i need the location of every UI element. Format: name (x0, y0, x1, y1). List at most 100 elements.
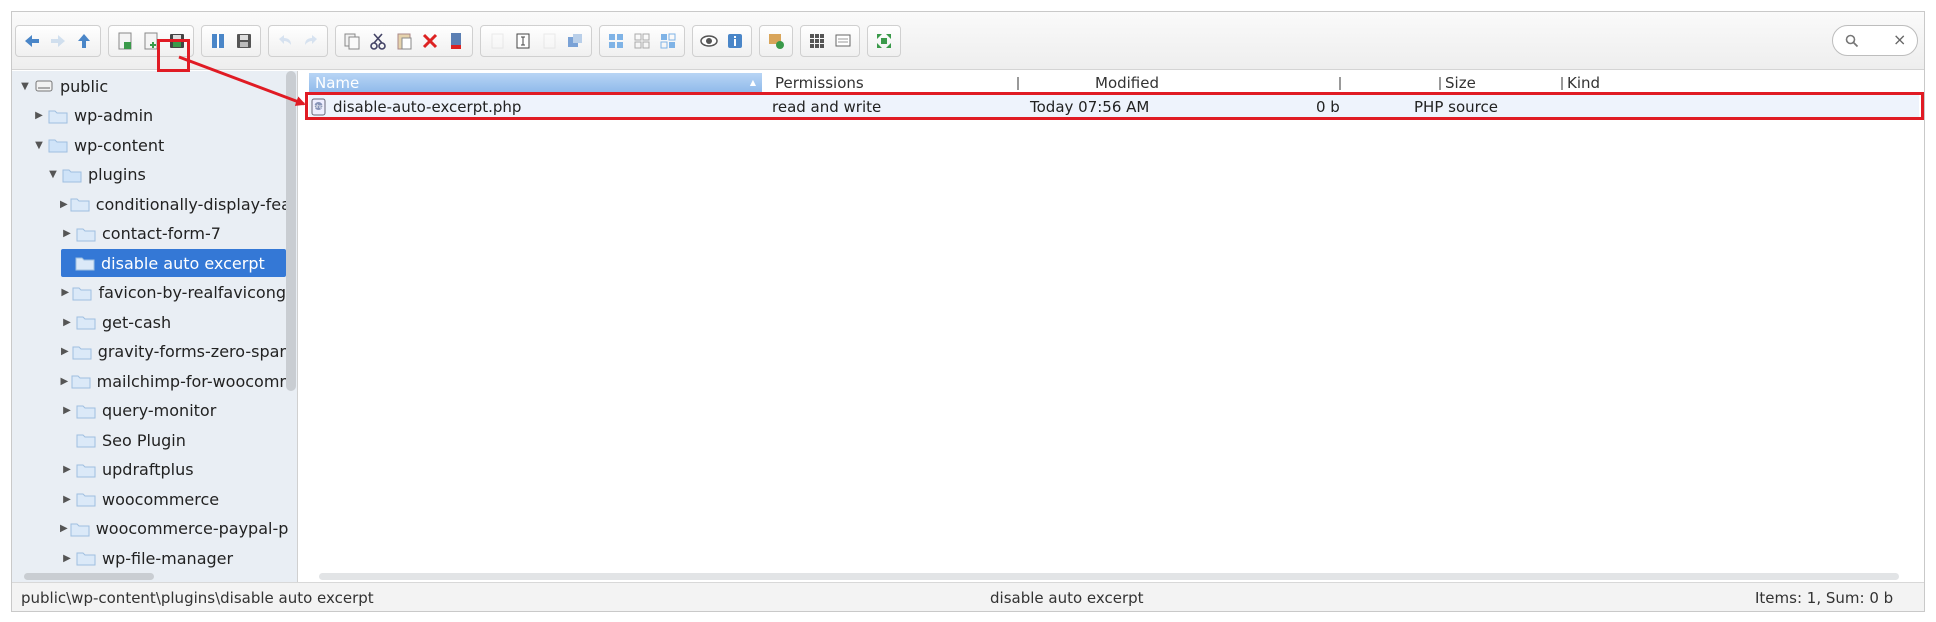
forward-icon (48, 31, 68, 51)
rename-button[interactable] (510, 28, 536, 54)
chevron-right-icon[interactable]: ▶ (32, 110, 46, 121)
chevron-down-icon[interactable]: ▼ (18, 81, 32, 92)
column-permissions[interactable]: Permissions (769, 73, 1009, 93)
download-button[interactable] (231, 28, 257, 54)
column-resize-handle[interactable] (1017, 77, 1019, 90)
tree-item-label: wp-admin (74, 106, 154, 125)
chevron-right-icon[interactable]: ▶ (60, 376, 69, 387)
edit-button[interactable] (536, 28, 562, 54)
back-button[interactable] (19, 28, 45, 54)
column-size[interactable]: Size (1439, 73, 1529, 93)
chevron-right-icon[interactable]: ▶ (60, 199, 68, 210)
chevron-right-icon[interactable]: ▶ (60, 494, 74, 505)
chevron-right-icon[interactable]: ▶ (60, 464, 74, 475)
tree-item-label: mailchimp-for-woocomr (96, 371, 286, 391)
chevron-right-icon[interactable]: ▶ (60, 287, 70, 298)
list-horizontal-scrollbar[interactable] (299, 570, 1924, 582)
tree-vertical-scrollbar[interactable] (286, 71, 296, 391)
info-button[interactable] (722, 28, 748, 54)
tree-item[interactable]: ▶ favicon-by-realfavicong (60, 279, 286, 307)
chevron-right-icon[interactable]: ▶ (60, 228, 74, 239)
tree-item[interactable]: ▶ wp-admin (32, 102, 286, 130)
status-current-folder: disable auto excerpt (990, 589, 1144, 607)
file-manager-window: ▼ public ▶ wp-admin ▼ wp-content ▼ plugins ▶ cond… (11, 11, 1925, 612)
toolbar (12, 12, 1924, 70)
extract-button[interactable] (763, 28, 789, 54)
duplicate-button[interactable] (484, 28, 510, 54)
toolbar-group (201, 25, 261, 57)
redo-button[interactable] (298, 28, 324, 54)
tree-item[interactable]: ▶ query-monitor (60, 397, 286, 425)
tree-item-label: wp-content (74, 135, 165, 155)
tree-item[interactable]: ▶ gravity-forms-zero-spar (60, 338, 286, 366)
resize-button[interactable] (562, 28, 588, 54)
preview-button[interactable] (696, 28, 722, 54)
open-button[interactable] (205, 28, 231, 54)
icons-view-button[interactable] (804, 28, 830, 54)
cut-button[interactable] (365, 28, 391, 54)
tree-item[interactable]: ▶ mailchimp-for-woocomr (60, 367, 286, 395)
tree-item[interactable]: Seo Plugin (60, 426, 286, 454)
tree-item[interactable]: ▶ updraftplus (60, 456, 286, 484)
chevron-right-icon[interactable]: ▶ (60, 405, 74, 416)
select-all-icon (606, 31, 626, 51)
tree-item[interactable]: ▶ get-cash (60, 308, 286, 336)
redo-icon (301, 31, 321, 51)
tree-horizontal-scrollbar[interactable] (12, 570, 297, 582)
column-kind[interactable]: Kind (1561, 73, 1761, 93)
list-scroll-thumb[interactable] (319, 573, 1899, 580)
toolbar-group (480, 25, 592, 57)
tree-item-label: gravity-forms-zero-spar (97, 342, 286, 361)
tree-item[interactable]: ▶ woocommerce (60, 485, 286, 513)
tree-item[interactable]: ▶ conditionally-display-fea (60, 190, 291, 218)
column-modified[interactable]: Modified (1089, 73, 1329, 93)
tree-item-label: updraftplus (102, 460, 194, 479)
search-box[interactable]: × (1832, 25, 1918, 56)
toolbar-group (335, 25, 473, 57)
chevron-down-icon[interactable]: ▼ (32, 140, 46, 151)
chevron-down-icon[interactable]: ▼ (46, 169, 60, 180)
tree-item-label: favicon-by-realfavicong (98, 283, 286, 302)
list-view-icon (833, 31, 853, 51)
copy-button[interactable] (339, 28, 365, 54)
back-icon (22, 31, 42, 51)
new-folder-button[interactable] (112, 28, 138, 54)
tree-item[interactable]: disable auto excerpt (61, 249, 286, 277)
search-clear-icon[interactable]: × (1893, 30, 1906, 49)
chevron-right-icon[interactable]: ▶ (60, 317, 74, 328)
tree-item[interactable]: ▶ contact-form-7 (60, 220, 286, 248)
delete-button[interactable] (417, 28, 443, 54)
file-list[interactable]: Name ▲ Permissions Modified Size Kind php… (299, 71, 1924, 582)
delete-icon (420, 31, 440, 51)
tree-item-label: contact-form-7 (102, 224, 221, 243)
select-none-button[interactable] (629, 28, 655, 54)
folder-icon (48, 108, 68, 124)
list-header: Name ▲ Permissions Modified Size Kind (309, 73, 1919, 93)
invert-button[interactable] (655, 28, 681, 54)
tree-item[interactable]: ▼ plugins (46, 161, 286, 189)
up-icon (74, 31, 94, 51)
tree-item-label: woocommerce-paypal-p (95, 519, 289, 538)
tree-item[interactable]: ▼ public (18, 72, 286, 100)
chevron-right-icon[interactable]: ▶ (60, 553, 74, 564)
extract-icon (766, 31, 786, 51)
column-resize-handle[interactable] (1339, 77, 1341, 90)
fullscreen-button[interactable] (871, 28, 897, 54)
status-path: public\wp-content\plugins\disable auto e… (21, 589, 374, 607)
undo-button[interactable] (272, 28, 298, 54)
tree-item[interactable]: ▼ wp-content (32, 131, 286, 159)
chevron-right-icon[interactable]: ▶ (60, 346, 70, 357)
list-view-button[interactable] (830, 28, 856, 54)
select-all-button[interactable] (603, 28, 629, 54)
chevron-right-icon[interactable]: ▶ (60, 523, 68, 534)
tree-item[interactable]: ▶ wp-file-manager (60, 544, 286, 572)
column-name[interactable]: Name ▲ (309, 73, 762, 93)
empty-button[interactable] (443, 28, 469, 54)
up-button[interactable] (71, 28, 97, 54)
tree-item[interactable]: ▶ woocommerce-paypal-p (60, 515, 289, 543)
forward-button[interactable] (45, 28, 71, 54)
tree-scroll-thumb[interactable] (24, 573, 154, 580)
folder-icon (48, 137, 68, 153)
paste-button[interactable] (391, 28, 417, 54)
folder-tree[interactable]: ▼ public ▶ wp-admin ▼ wp-content ▼ plugins ▶ cond… (12, 71, 298, 582)
